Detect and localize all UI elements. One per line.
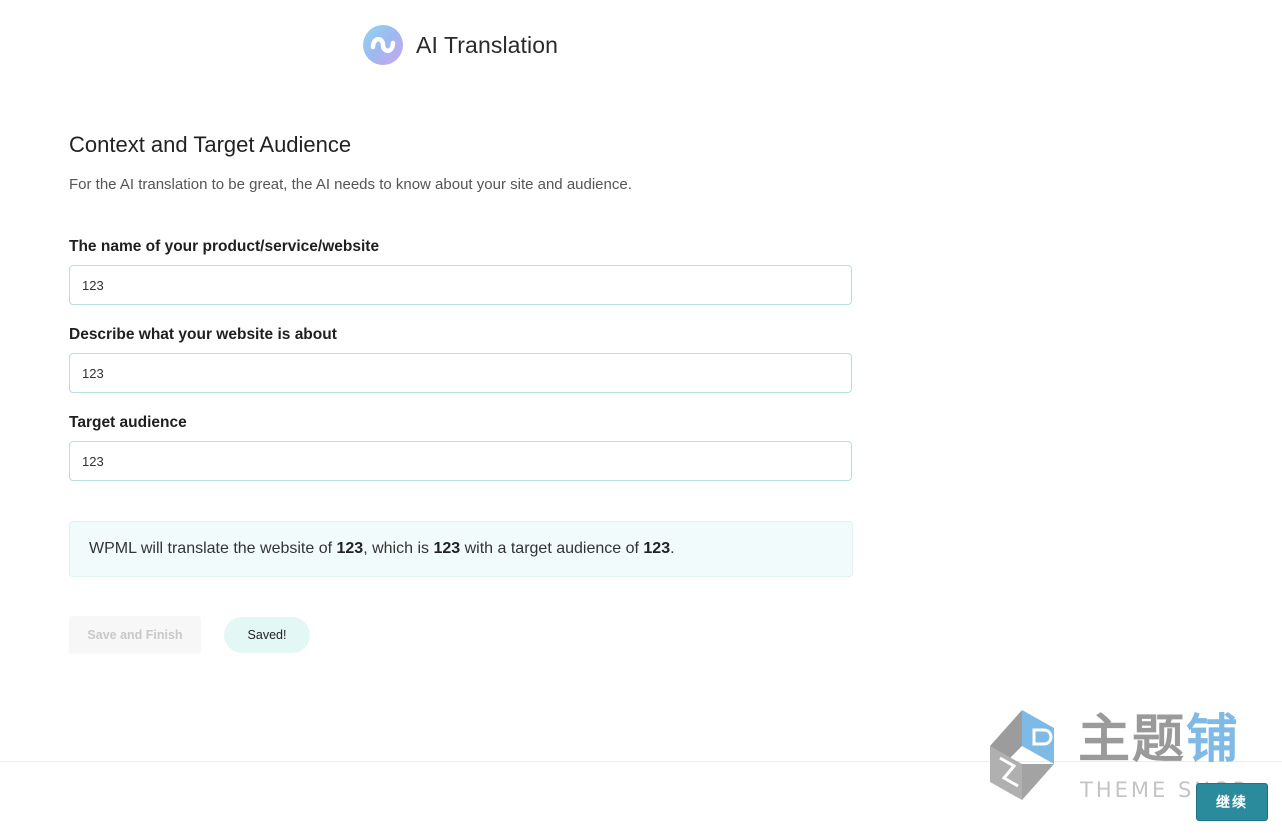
brand-header: AI Translation [363, 25, 558, 65]
app-title: AI Translation [416, 31, 559, 58]
summary-text-4: . [670, 540, 675, 557]
saved-status-badge: Saved! [224, 617, 310, 653]
section-title: Context and Target Audience [69, 132, 352, 157]
product-name-input[interactable] [69, 265, 852, 305]
translation-summary: WPML will translate the website of 123, … [69, 521, 853, 577]
section-description: For the AI translation to be great, the … [69, 176, 632, 193]
watermark-logo-icon [990, 710, 1054, 800]
ai-translation-logo-icon [363, 25, 403, 65]
target-audience-input[interactable] [69, 441, 852, 481]
product-name-label: The name of your product/service/website [69, 238, 380, 255]
summary-audience-value: 123 [643, 540, 671, 557]
continue-button[interactable]: 继续 [1196, 783, 1268, 821]
summary-text-2: , which is [363, 540, 434, 557]
ai-translation-wizard: AI Translation Context and Target Audien… [0, 0, 1282, 833]
summary-about-value: 123 [433, 540, 461, 557]
summary-text-1: WPML will translate the website of [89, 540, 337, 557]
website-description-label: Describe what your website is about [69, 326, 337, 343]
website-description-input[interactable] [69, 353, 852, 393]
footer-divider [0, 761, 1282, 762]
save-and-finish-button[interactable]: Save and Finish [69, 616, 201, 654]
summary-text-3: with a target audience of [460, 540, 644, 557]
summary-product-value: 123 [336, 540, 364, 557]
target-audience-label: Target audience [69, 414, 187, 431]
